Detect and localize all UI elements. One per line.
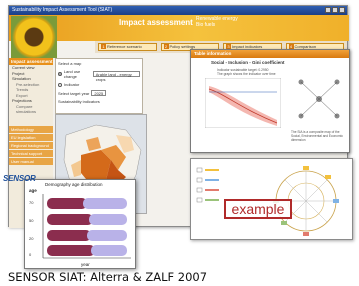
main-titlebar: Sustainability Impact Assessment Tool (S… [9, 6, 347, 15]
window-title: Sustainability Impact Assessment Tool (S… [12, 7, 113, 13]
step-number: 1 [101, 44, 106, 49]
y-tick-label: 0 [29, 252, 32, 257]
y-tick-label: 20 [29, 236, 34, 241]
y-tick-label: 70 [29, 200, 34, 205]
panel-title: Select a map [58, 61, 82, 66]
bar-row [47, 214, 127, 225]
radio-land-use[interactable] [58, 72, 62, 76]
year-label: Select target year [58, 90, 90, 96]
y-tick-label: 50 [29, 218, 34, 223]
table-window-title: Table information [191, 50, 349, 58]
map-selection-panel: Select a map Land use change Arable land … [55, 58, 143, 114]
impact-network-diagram [298, 79, 340, 119]
table-information-window: Table information Social - Inclusion - G… [190, 49, 350, 153]
close-icon[interactable] [339, 7, 345, 13]
gini-chart [205, 78, 281, 128]
demography-bars [42, 194, 131, 259]
scenario-detail: Bio fuels [196, 22, 216, 28]
map-type-select[interactable]: Arable land - energy crops [92, 71, 140, 82]
sidebar-block-manual[interactable]: User manual [9, 157, 53, 165]
example-stamp: example [224, 199, 292, 219]
step-label: Reference scenario [107, 44, 142, 49]
radio-indicator[interactable] [58, 82, 62, 87]
step-reference[interactable]: 1 Reference scenario [98, 43, 157, 51]
maximize-icon[interactable] [332, 7, 338, 13]
sustainability-label: Sustainability indicators [58, 99, 100, 104]
minimize-icon[interactable] [325, 7, 331, 13]
demography-window: Demography age distribution age 70 50 20… [24, 179, 136, 269]
demography-x-label: year [81, 262, 90, 267]
sidebar-block-legislation[interactable]: EU legislation [9, 133, 53, 141]
radio-label: Indicator [64, 82, 80, 87]
window-controls [325, 6, 347, 15]
demography-chart-title: Demography age distribution [45, 182, 103, 187]
sidebar-block-methodology[interactable]: Methodology [9, 125, 53, 133]
demography-y-label: age [29, 188, 37, 193]
legend-checkboxes [196, 167, 219, 203]
bar-row [47, 245, 127, 256]
bar-row [47, 230, 127, 241]
sidebar-block-regional[interactable]: Regional background [9, 141, 53, 149]
sunflower-logo [11, 16, 57, 58]
year-select[interactable]: 2025 [91, 90, 107, 96]
sidebar-header: Impact assessment [9, 58, 53, 65]
sia-note: The SIA is a composite map of the Social… [291, 130, 343, 142]
image-caption: SENSOR SIAT: Alterra & ZALF 2007 [8, 270, 208, 284]
sidebar-item-compare[interactable]: Compare simulations [9, 104, 53, 115]
sensor-logo: SENSOR [3, 174, 36, 183]
indicator-chart-title: Social - Inclusion - Gini coefficient [211, 60, 285, 65]
bar-row [47, 198, 127, 209]
page-title: Impact assessment [119, 18, 193, 27]
scenario-subtitle: Renewable energy Bio fuels [196, 16, 238, 28]
sidebar-block-support[interactable]: Technical support [9, 149, 53, 157]
radio-label: Land use change [63, 69, 81, 79]
step-number: 2 [163, 44, 169, 49]
